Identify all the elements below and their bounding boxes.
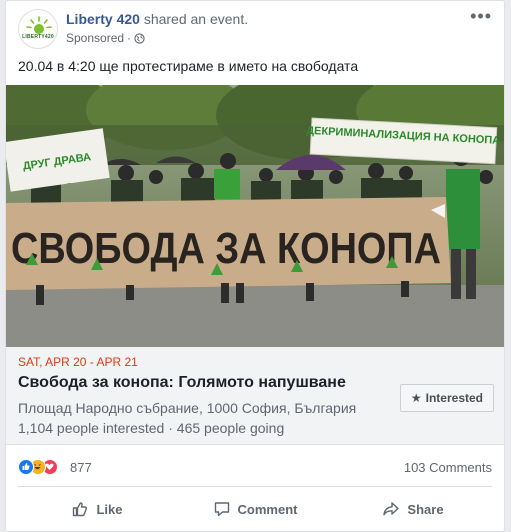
- event-cover-photo[interactable]: ДЕКРИМИНАЛИЗАЦИЯ НА КОНОПА ДРУГ ДРАВА СВ…: [6, 85, 504, 347]
- event-date: SAT, APR 20 - APR 21: [18, 355, 138, 369]
- star-icon: ★: [410, 391, 422, 405]
- comments-count[interactable]: 103 Comments: [404, 460, 492, 475]
- share-label: Share: [407, 501, 444, 517]
- post-author-line: Liberty 420 shared an event.: [66, 11, 248, 27]
- comment-label: Comment: [237, 501, 298, 517]
- reactions-bar: 877 103 Comments: [18, 457, 492, 479]
- page-avatar[interactable]: LIBERTY420: [18, 9, 58, 49]
- post-text: 20.04 в 4:20 ще протестираме в името на …: [18, 58, 359, 74]
- reaction-count[interactable]: 877: [70, 460, 92, 475]
- comment-button[interactable]: Comment: [176, 491, 334, 527]
- shared-event-text: shared an event.: [139, 11, 249, 27]
- like-reaction-icon: [18, 459, 34, 475]
- reaction-icons[interactable]: [18, 459, 58, 475]
- like-button[interactable]: Like: [18, 491, 176, 527]
- share-button[interactable]: Share: [334, 491, 492, 527]
- sponsored-label[interactable]: Sponsored: [66, 31, 124, 45]
- sun-logo-icon: [26, 16, 52, 34]
- thumbs-up-icon: [73, 502, 88, 517]
- post-meta: Sponsored ·: [66, 31, 145, 45]
- more-options-icon[interactable]: •••: [470, 7, 492, 25]
- interested-button-label: Interested: [425, 391, 483, 405]
- main-banner-text: СВОБОДА ЗА КОНОПА: [11, 224, 441, 273]
- event-stats: 1,104 people interested · 465 people goi…: [18, 420, 284, 436]
- going-count: 465 people going: [176, 420, 285, 436]
- actions-divider: [18, 486, 492, 487]
- globe-icon[interactable]: [134, 32, 145, 44]
- event-info[interactable]: SAT, APR 20 - APR 21 Свобода за конопа: …: [6, 347, 504, 445]
- post-header: LIBERTY420 Liberty 420 shared an event. …: [18, 7, 492, 49]
- like-label: Like: [96, 501, 123, 517]
- avatar-text: LIBERTY420: [22, 34, 54, 40]
- event-location: Площад Народно събрание, 1000 София, Бъл…: [18, 400, 357, 416]
- comment-icon: [214, 502, 229, 517]
- interested-count: 1,104 people interested: [18, 420, 165, 436]
- post-card: LIBERTY420 Liberty 420 shared an event. …: [5, 0, 505, 532]
- stats-separator: ·: [164, 420, 177, 436]
- interested-button[interactable]: ★ Interested: [399, 384, 494, 412]
- event-title[interactable]: Свобода за конопа: Голямото напушване: [18, 374, 346, 392]
- meta-dot: ·: [127, 31, 132, 45]
- share-icon: [383, 502, 400, 516]
- page-name-link[interactable]: Liberty 420: [66, 11, 140, 27]
- post-actions: Like Comment Share: [18, 491, 492, 527]
